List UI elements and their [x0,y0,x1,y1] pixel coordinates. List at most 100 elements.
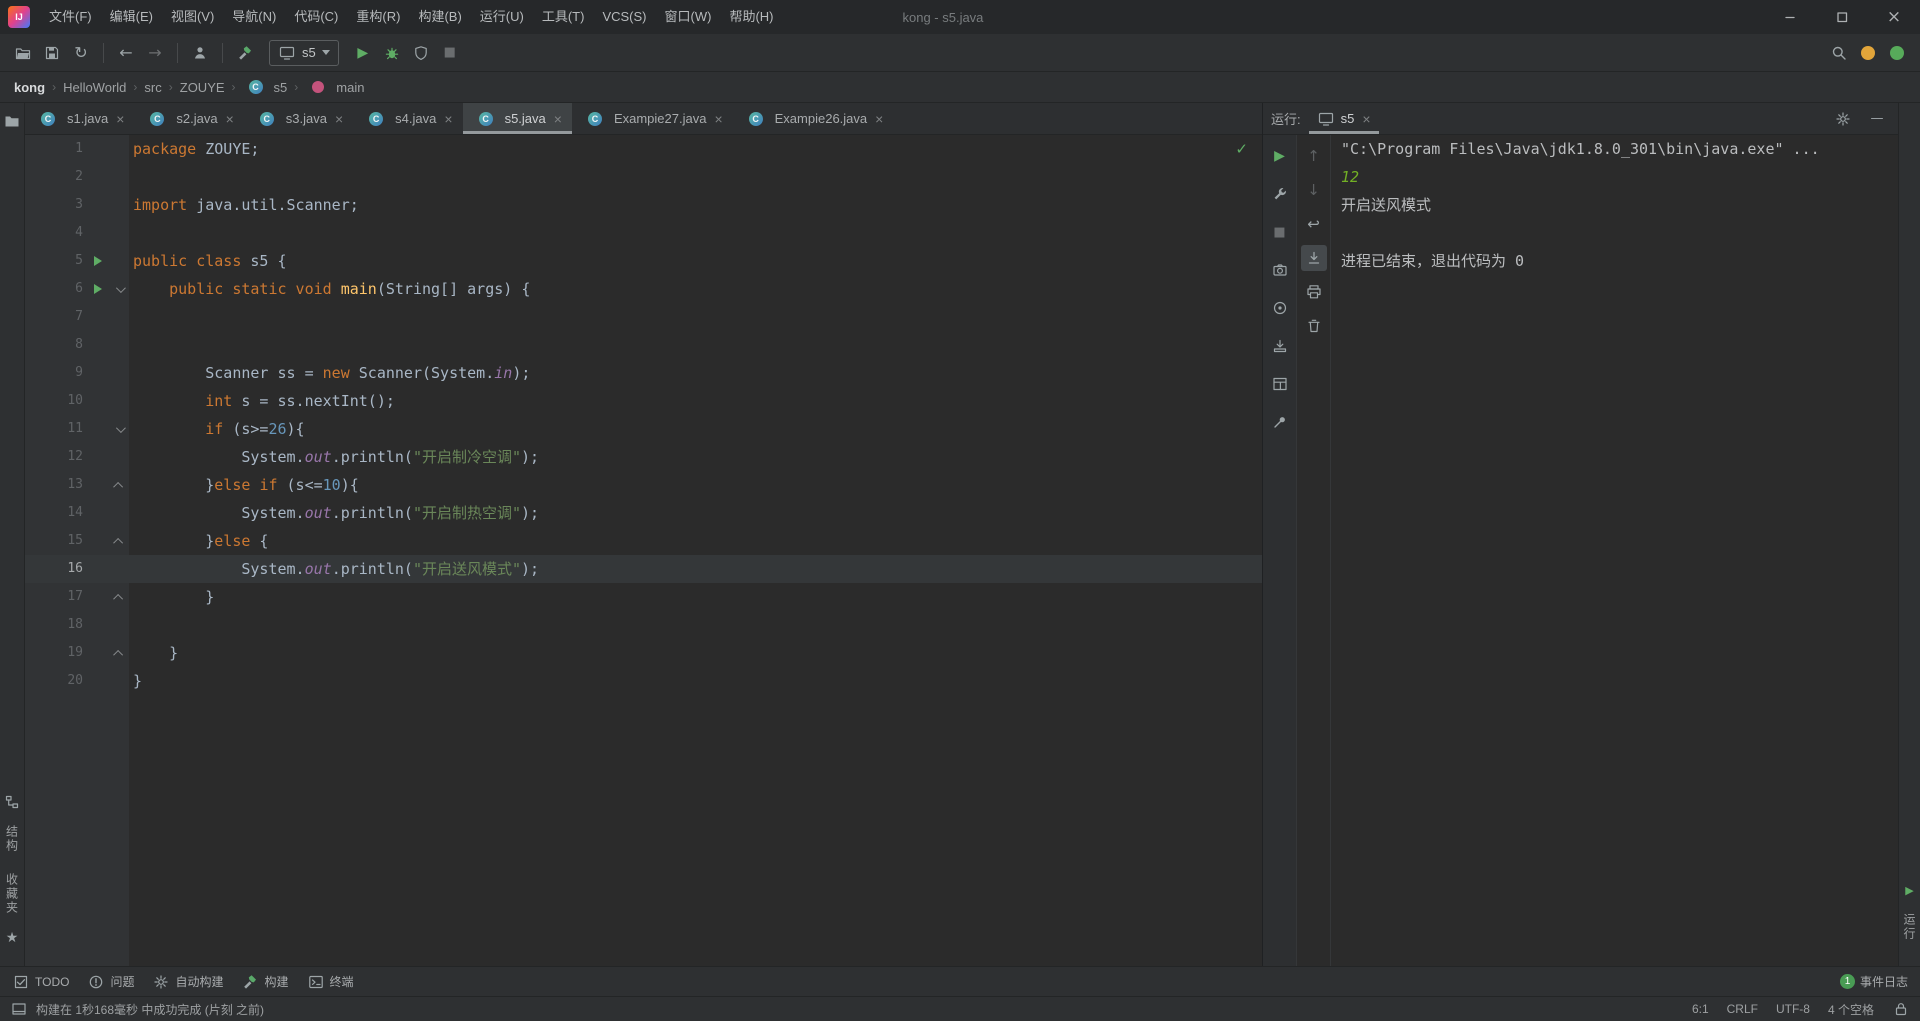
lock-icon[interactable] [1892,1000,1910,1018]
menu-item-4[interactable]: 代码(C) [285,0,347,34]
editor-tab-s5.java[interactable]: Cs5.java × [462,103,573,134]
code-line-1[interactable]: 1 package ZOUYE; [25,135,1262,163]
menu-item-3[interactable]: 导航(N) [223,0,285,34]
fold-marker[interactable] [109,583,129,611]
menu-item-6[interactable]: 构建(B) [409,0,470,34]
code-line-16[interactable]: 16 System.out.println("开启送风模式"); [25,555,1262,583]
fold-marker[interactable] [109,415,129,443]
settings-icon[interactable] [1830,106,1856,132]
tool-button-auto-build[interactable]: 自动构建 [152,973,223,991]
up-stack-icon[interactable]: ↑ [1301,143,1327,169]
close-icon[interactable]: × [554,111,562,127]
stripe-label[interactable]: 运行 [1901,913,1918,941]
close-icon[interactable]: × [335,111,343,127]
close-icon[interactable]: × [226,111,234,127]
editor-tab-s2.java[interactable]: Cs2.java × [134,103,243,134]
stop-icon[interactable]: ■ [437,40,463,66]
panel-switcher-icon[interactable] [10,1000,28,1018]
update-project-icon[interactable] [187,40,213,66]
breadcrumb-item[interactable]: main [305,74,364,100]
code-line-12[interactable]: 12 System.out.println("开启制冷空调"); [25,443,1262,471]
editor-tab-s1.java[interactable]: Cs1.java × [25,103,134,134]
caret-position[interactable]: 6:1 [1692,1002,1709,1016]
run-console[interactable]: "C:\Program Files\Java\jdk1.8.0_301\bin\… [1331,135,1898,966]
menu-item-10[interactable]: 窗口(W) [656,0,721,34]
code-line-8[interactable]: 8 [25,331,1262,359]
menu-item-0[interactable]: 文件(F) [40,0,101,34]
indent-setting[interactable]: 4 个空格 [1828,1001,1874,1018]
editor-tab-Exampie27.java[interactable]: C Exampie27.java × [572,103,733,134]
rerun-icon[interactable]: ▶ [1267,143,1293,169]
breadcrumb-item[interactable]: Cs5 [243,74,287,100]
code-line-6[interactable]: 6 public static void main(String[] args)… [25,275,1262,303]
code-line-5[interactable]: 5 public class s5 { [25,247,1262,275]
run-configuration-select[interactable]: s5 [269,39,339,66]
menu-item-7[interactable]: 运行(U) [471,0,533,34]
menu-item-9[interactable]: VCS(S) [593,0,655,34]
run-line-button[interactable] [87,247,109,275]
close-icon[interactable]: × [116,111,124,127]
code-line-11[interactable]: 11 if (s>=26){ [25,415,1262,443]
close-icon[interactable]: × [714,111,722,127]
fold-marker[interactable] [109,639,129,667]
soft-wrap-icon[interactable]: ↩ [1301,211,1327,237]
search-everywhere-icon[interactable] [1826,40,1852,66]
menu-item-11[interactable]: 帮助(H) [720,0,782,34]
scroll-to-end-icon[interactable] [1300,245,1327,271]
code-line-10[interactable]: 10 int s = ss.nextInt(); [25,387,1262,415]
menu-item-8[interactable]: 工具(T) [533,0,594,34]
breadcrumb-item[interactable]: ZOUYE [180,80,225,95]
run-with-coverage-icon[interactable] [408,40,434,66]
back-icon[interactable]: ← [113,40,139,66]
notification-orange-icon[interactable] [1855,40,1881,66]
code-line-15[interactable]: 15 }else { [25,527,1262,555]
debug-icon[interactable] [379,40,405,66]
synchronize-icon[interactable]: ↻ [68,40,94,66]
code-line-4[interactable]: 4 [25,219,1262,247]
file-encoding[interactable]: UTF-8 [1776,1002,1810,1016]
run-icon[interactable]: ▶ [350,40,376,66]
notification-green-icon[interactable] [1884,40,1910,66]
tool-button-event-log[interactable]: 1 事件日志 [1839,973,1908,990]
code-line-13[interactable]: 13 }else if (s<=10){ [25,471,1262,499]
code-line-19[interactable]: 19 } [25,639,1262,667]
stop-icon[interactable]: ■ [1267,219,1293,245]
code-line-18[interactable]: 18 [25,611,1262,639]
fold-marker[interactable] [109,527,129,555]
breadcrumb-item[interactable]: src [144,80,161,95]
pin-tab-icon[interactable] [1267,409,1293,435]
code-line-2[interactable]: 2 [25,163,1262,191]
tool-button-problems[interactable]: 问题 [87,973,134,991]
code-editor[interactable]: ✓ 1 package ZOUYE; 2 3 import java.util.Scann… [25,135,1262,966]
run-tab[interactable]: s5 × [1308,103,1379,134]
close-icon[interactable]: × [875,111,883,127]
tool-button-todo[interactable]: TODO [12,973,69,991]
inspections-ok-icon[interactable]: ✓ [1235,141,1248,159]
stripe-label[interactable]: 收藏夹 [4,873,21,915]
close-icon[interactable]: × [1362,111,1370,127]
save-all-icon[interactable] [39,40,65,66]
fold-marker[interactable] [109,471,129,499]
build-project-icon[interactable] [232,40,258,66]
heap-dump-icon[interactable] [1267,295,1293,321]
tool-button-build-hammer[interactable]: 构建 [241,973,289,991]
menu-item-5[interactable]: 重构(R) [347,0,409,34]
fold-marker[interactable] [109,275,129,303]
code-line-7[interactable]: 7 [25,303,1262,331]
down-stack-icon[interactable]: ↓ [1301,177,1327,203]
hide-icon[interactable]: — [1864,106,1890,132]
attach-to-process-icon[interactable] [1267,333,1293,359]
star-icon[interactable]: ★ [2,928,22,948]
stripe-label[interactable]: 结构 [4,825,21,853]
run-line-button[interactable] [87,275,109,303]
forward-icon[interactable]: → [142,40,168,66]
close-button[interactable]: × [1868,0,1920,34]
editor-tab-s3.java[interactable]: Cs3.java × [244,103,353,134]
menu-item-1[interactable]: 编辑(E) [101,0,162,34]
run-stripe-icon[interactable]: ▶ [1900,880,1920,900]
breadcrumb-item[interactable]: HelloWorld [63,80,126,95]
breadcrumb-item[interactable]: kong [14,80,45,95]
tool-button-terminal[interactable]: 终端 [307,973,354,991]
edit-configuration-icon[interactable] [1267,181,1293,207]
code-line-20[interactable]: 20} [25,667,1262,695]
